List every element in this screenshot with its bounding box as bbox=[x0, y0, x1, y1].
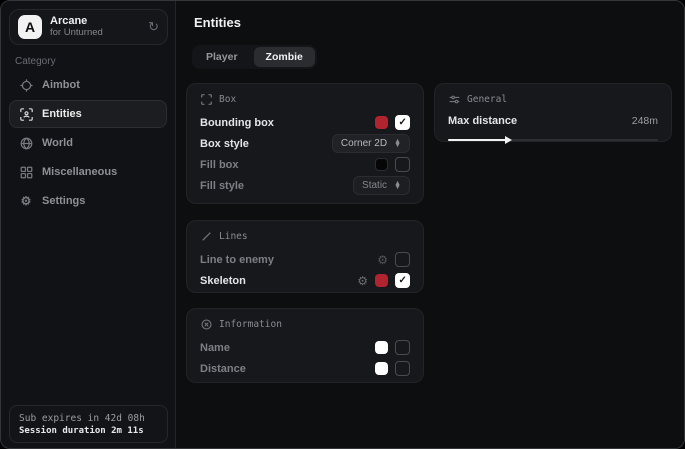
tab-zombie[interactable]: Zombie bbox=[254, 47, 315, 67]
app-subtitle: for Unturned bbox=[50, 28, 140, 39]
sub-expiry-text: Sub expires in 42d 08h bbox=[19, 413, 158, 424]
lines-section-title: Lines bbox=[219, 231, 248, 242]
distance-color-swatch[interactable] bbox=[375, 362, 388, 375]
chevron-up-down-icon: ▲▼ bbox=[394, 140, 401, 148]
sidebar-item-entities[interactable]: Entities bbox=[9, 100, 167, 128]
line-to-enemy-row: Line to enemy ⚙ bbox=[200, 249, 410, 270]
max-distance-row: Max distance 248m bbox=[448, 112, 658, 130]
category-label: Category bbox=[15, 56, 56, 67]
skeleton-label: Skeleton bbox=[200, 275, 357, 287]
entity-tabs: Player Zombie bbox=[192, 45, 317, 69]
logo-card: A Arcane for Unturned ↻ bbox=[9, 9, 168, 45]
bounding-box-label: Bounding box bbox=[200, 117, 375, 129]
sidebar-item-label: Miscellaneous bbox=[42, 166, 117, 178]
grid-icon bbox=[19, 165, 33, 179]
fill-box-checkbox[interactable] bbox=[395, 157, 410, 172]
refresh-icon[interactable]: ↻ bbox=[148, 19, 159, 35]
distance-row: Distance bbox=[200, 358, 410, 379]
gear-icon: ⚙ bbox=[19, 194, 33, 208]
subscription-card: Sub expires in 42d 08h Session duration … bbox=[9, 405, 168, 443]
app-window: A Arcane for Unturned ↻ Category Aimbot bbox=[0, 0, 685, 449]
bounding-box-row: Bounding box bbox=[200, 112, 410, 133]
fill-box-label: Fill box bbox=[200, 159, 375, 171]
fill-style-row: Fill style Static ▲▼ bbox=[200, 175, 410, 196]
distance-label: Distance bbox=[200, 363, 375, 375]
line-pencil-icon bbox=[200, 230, 212, 242]
sidebar-item-world[interactable]: World bbox=[9, 129, 167, 157]
information-section-title: Information bbox=[219, 319, 282, 330]
bounding-box-color-swatch[interactable] bbox=[375, 116, 388, 129]
line-to-enemy-checkbox[interactable] bbox=[395, 252, 410, 267]
app-title-block: Arcane for Unturned bbox=[50, 15, 140, 39]
information-icon bbox=[200, 318, 212, 330]
skeleton-checkbox[interactable] bbox=[395, 273, 410, 288]
sidebar: A Arcane for Unturned ↻ Category Aimbot bbox=[1, 1, 176, 448]
sliders-icon bbox=[448, 93, 460, 105]
skeleton-color-swatch[interactable] bbox=[375, 274, 388, 287]
box-style-label: Box style bbox=[200, 138, 332, 150]
skeleton-settings-icon[interactable]: ⚙ bbox=[357, 274, 368, 288]
chevron-up-down-icon: ▲▼ bbox=[394, 182, 401, 190]
fill-style-dropdown[interactable]: Static ▲▼ bbox=[353, 176, 410, 195]
sidebar-nav: Aimbot Entities World bbox=[9, 71, 167, 216]
max-distance-slider-thumb[interactable] bbox=[505, 136, 512, 144]
app-name: Arcane bbox=[50, 15, 140, 28]
fill-style-value: Static bbox=[362, 180, 387, 191]
information-section-card: Information Name Distance bbox=[186, 308, 424, 383]
max-distance-slider[interactable] bbox=[448, 135, 658, 145]
line-to-enemy-label: Line to enemy bbox=[200, 254, 377, 266]
sidebar-item-label: Settings bbox=[42, 195, 85, 207]
name-row: Name bbox=[200, 337, 410, 358]
session-duration-text: Session duration 2m 11s bbox=[19, 426, 158, 436]
sidebar-item-settings[interactable]: ⚙ Settings bbox=[9, 187, 167, 215]
general-section-card: General Max distance 248m bbox=[434, 83, 672, 142]
globe-icon bbox=[19, 136, 33, 150]
fill-box-row: Fill box bbox=[200, 154, 410, 175]
sidebar-item-miscellaneous[interactable]: Miscellaneous bbox=[9, 158, 167, 186]
box-section-card: Box Bounding box Box style Corner 2D ▲▼ … bbox=[186, 83, 424, 204]
name-color-swatch[interactable] bbox=[375, 341, 388, 354]
max-distance-slider-fill bbox=[448, 139, 507, 141]
max-distance-label: Max distance bbox=[448, 115, 632, 127]
sidebar-item-label: Aimbot bbox=[42, 79, 80, 91]
name-checkbox[interactable] bbox=[395, 340, 410, 355]
fill-style-label: Fill style bbox=[200, 180, 353, 192]
entities-scan-icon bbox=[19, 107, 33, 121]
sidebar-item-label: Entities bbox=[42, 108, 82, 120]
tab-player[interactable]: Player bbox=[194, 47, 250, 67]
general-section-title: General bbox=[467, 94, 507, 105]
sidebar-item-aimbot[interactable]: Aimbot bbox=[9, 71, 167, 99]
max-distance-value: 248m bbox=[632, 115, 658, 127]
crosshair-icon bbox=[19, 78, 33, 92]
name-label: Name bbox=[200, 342, 375, 354]
box-scan-icon bbox=[200, 93, 212, 105]
sidebar-item-label: World bbox=[42, 137, 73, 149]
box-section-title: Box bbox=[219, 94, 236, 105]
page-title: Entities bbox=[194, 15, 241, 30]
line-to-enemy-settings-icon[interactable]: ⚙ bbox=[377, 253, 388, 267]
app-logo: A bbox=[18, 15, 42, 39]
lines-section-card: Lines Line to enemy ⚙ Skeleton ⚙ bbox=[186, 220, 424, 293]
bounding-box-checkbox[interactable] bbox=[395, 115, 410, 130]
box-style-row: Box style Corner 2D ▲▼ bbox=[200, 133, 410, 154]
box-style-value: Corner 2D bbox=[341, 138, 387, 149]
fill-box-color-swatch[interactable] bbox=[375, 158, 388, 171]
main-panel: Entities Player Zombie Box Bounding box bbox=[177, 1, 684, 448]
skeleton-row: Skeleton ⚙ bbox=[200, 270, 410, 291]
distance-checkbox[interactable] bbox=[395, 361, 410, 376]
box-style-dropdown[interactable]: Corner 2D ▲▼ bbox=[332, 134, 410, 153]
